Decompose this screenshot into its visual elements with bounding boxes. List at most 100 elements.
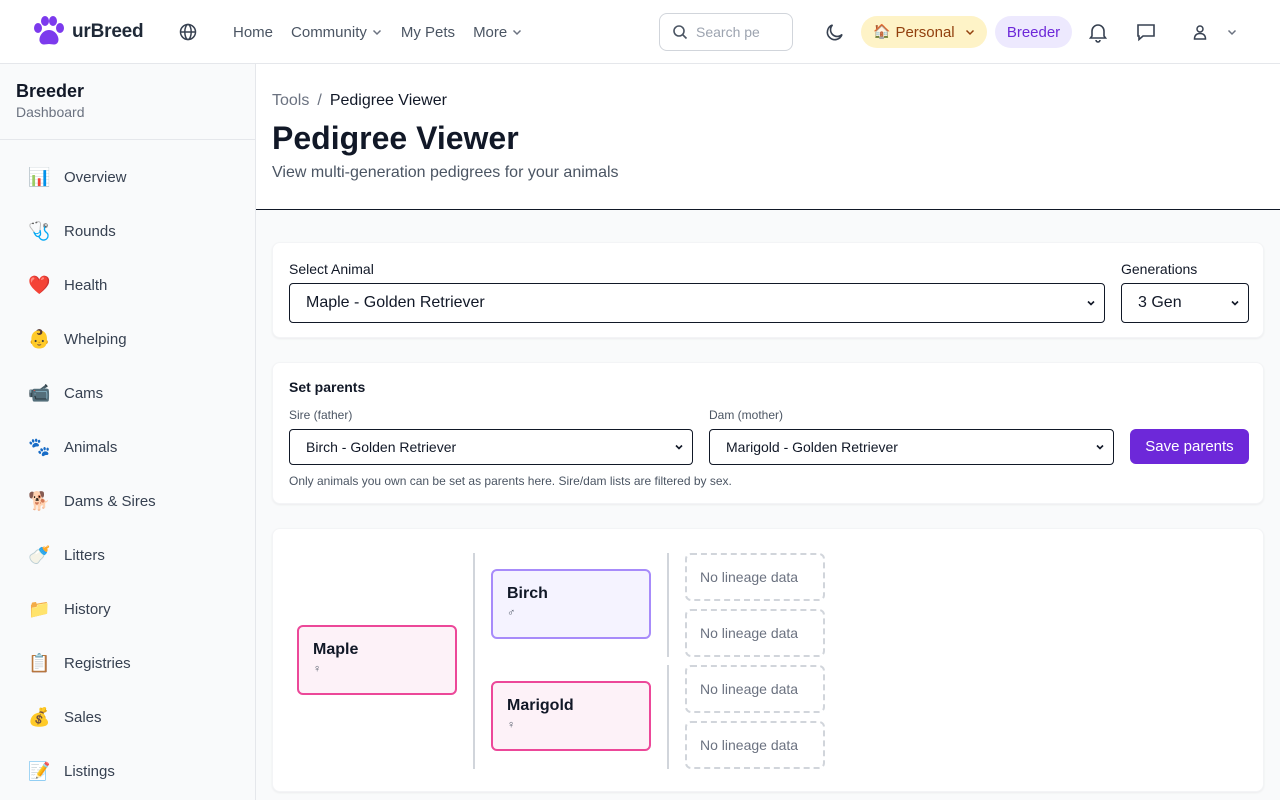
tree-connector-line [667, 665, 669, 769]
brand-name: urBreed [72, 21, 144, 42]
memo-emoji-icon: 📝 [28, 760, 51, 782]
sidebar-item-history[interactable]: 📁 History [0, 582, 255, 636]
paw-logo-icon [34, 16, 64, 45]
select-animal-card: Select Animal Maple - Golden Retriever G… [272, 242, 1264, 338]
set-parents-card: Set parents Sire (father) Birch - Golden… [272, 362, 1264, 504]
select-animal-label: Select Animal [289, 261, 374, 277]
sidebar-item-health[interactable]: ❤️ Health [0, 258, 255, 312]
animal-select-value: Maple - Golden Retriever [306, 294, 485, 311]
sidebar-header: Breeder Dashboard [0, 64, 255, 140]
sidebar-nav: 📊 Overview 🩺 Rounds ❤️ Health 👶 Whelping 📹 Ca… [0, 140, 255, 798]
sidebar-item-label: Animals [64, 438, 118, 456]
chevron-down-icon [1087, 300, 1095, 306]
personal-context-button[interactable]: 🏠 Personal [861, 16, 987, 48]
chevron-down-icon [1096, 444, 1104, 450]
dam-name: Marigold [507, 697, 574, 714]
pedigree-node-empty: No lineage data [685, 721, 825, 769]
nav-home[interactable]: Home [233, 24, 273, 41]
sidebar-item-sales[interactable]: 💰 Sales [0, 690, 255, 744]
pedigree-node-sire[interactable]: Birch ♂ [491, 569, 651, 639]
user-icon[interactable] [1192, 24, 1208, 40]
dam-select[interactable]: Marigold - Golden Retriever [709, 429, 1114, 465]
female-icon: ♀ [313, 663, 322, 675]
breadcrumb: Tools / Pedigree Viewer [272, 92, 447, 110]
personal-label: Personal [895, 23, 955, 41]
stethoscope-emoji-icon: 🩺 [28, 220, 51, 242]
dam-label: Dam (mother) [709, 408, 784, 422]
generations-select-value: 3 Gen [1138, 294, 1182, 311]
sidebar-item-animals[interactable]: 🐾 Animals [0, 420, 255, 474]
sire-label: Sire (father) [289, 408, 353, 422]
sidebar-item-label: Health [64, 276, 108, 294]
chevron-down-icon [372, 29, 381, 36]
sidebar-item-rounds[interactable]: 🩺 Rounds [0, 204, 255, 258]
baby-bottle-emoji-icon: 🍼 [28, 544, 51, 566]
sidebar: Breeder Dashboard 📊 Overview 🩺 Rounds ❤️ He… [0, 64, 256, 800]
page-title: Pedigree Viewer [272, 120, 519, 156]
dam-select-value: Marigold - Golden Retriever [726, 439, 898, 455]
pedigree-tree-card: Maple ♀ Birch ♂ Marigold ♀ No lineage da… [272, 528, 1264, 792]
search-input[interactable] [696, 24, 766, 40]
sidebar-item-listings[interactable]: 📝 Listings [0, 744, 255, 798]
breadcrumb-tools-link[interactable]: Tools [272, 92, 309, 110]
sidebar-item-label: Cams [64, 384, 104, 402]
nav-home-label: Home [233, 23, 274, 41]
clipboard-emoji-icon: 📋 [28, 652, 51, 674]
pedigree-node-subject[interactable]: Maple ♀ [297, 625, 457, 695]
set-parents-heading: Set parents [289, 379, 366, 395]
money-bag-emoji-icon: 💰 [28, 706, 51, 728]
search-box[interactable] [659, 13, 793, 51]
pedigree-node-dam[interactable]: Marigold ♀ [491, 681, 651, 751]
sidebar-item-cams[interactable]: 📹 Cams [0, 366, 255, 420]
nav-community[interactable]: Community [291, 24, 383, 41]
sidebar-item-label: Dams & Sires [64, 492, 156, 510]
chart-emoji-icon: 📊 [28, 166, 51, 188]
sidebar-item-litters[interactable]: 🍼 Litters [0, 528, 255, 582]
sidebar-item-label: Sales [64, 708, 102, 726]
chevron-down-icon[interactable] [1226, 26, 1238, 38]
animal-select[interactable]: Maple - Golden Retriever [289, 283, 1105, 323]
bell-icon[interactable] [1087, 21, 1109, 43]
top-navbar: urBreed Home Community My Pets More 🏠 Pe… [0, 0, 1280, 64]
breadcrumb-current: Pedigree Viewer [329, 92, 447, 109]
main-nav: Home Community My Pets More [233, 0, 523, 64]
moon-icon[interactable] [824, 21, 846, 43]
home-emoji-icon: 🏠 [873, 24, 891, 40]
sidebar-item-dams-sires[interactable]: 🐕 Dams & Sires [0, 474, 255, 528]
generations-select[interactable]: 3 Gen [1121, 283, 1249, 323]
sidebar-item-label: Rounds [64, 222, 116, 240]
sidebar-item-label: Listings [64, 762, 115, 780]
chat-icon[interactable] [1135, 21, 1157, 43]
paw-prints-emoji-icon: 🐾 [28, 436, 51, 458]
heart-emoji-icon: ❤️ [28, 274, 51, 296]
baby-emoji-icon: 👶 [28, 328, 51, 350]
sidebar-item-label: Whelping [64, 330, 127, 348]
sidebar-item-whelping[interactable]: 👶 Whelping [0, 312, 255, 366]
chevron-down-icon [965, 29, 974, 36]
nav-more[interactable]: More [473, 24, 523, 41]
globe-icon[interactable] [178, 22, 198, 42]
save-parents-button[interactable]: Save parents [1130, 429, 1249, 464]
nav-more-label: More [473, 23, 508, 41]
pedigree-node-empty: No lineage data [685, 553, 825, 601]
sire-select[interactable]: Birch - Golden Retriever [289, 429, 693, 465]
nav-my-pets[interactable]: My Pets [401, 24, 455, 41]
sire-name: Birch [507, 585, 548, 602]
folder-emoji-icon: 📁 [28, 598, 51, 620]
breeder-context-button[interactable]: Breeder [995, 16, 1072, 48]
sidebar-item-label: Registries [64, 654, 131, 672]
page-subtitle: View multi-generation pedigrees for your… [272, 164, 619, 181]
nav-my-pets-label: My Pets [400, 23, 456, 41]
brand-logo[interactable]: urBreed [32, 16, 144, 48]
nav-community-label: Community [291, 23, 367, 41]
sidebar-item-overview[interactable]: 📊 Overview [0, 150, 255, 204]
video-camera-emoji-icon: 📹 [28, 382, 51, 404]
sidebar-item-label: History [64, 600, 111, 618]
search-icon [673, 25, 688, 40]
female-icon: ♀ [507, 719, 516, 731]
breadcrumb-separator: / [317, 92, 322, 109]
tree-connector-line [473, 553, 475, 769]
chevron-down-icon [675, 444, 683, 450]
sidebar-item-label: Overview [64, 168, 127, 186]
sidebar-item-registries[interactable]: 📋 Registries [0, 636, 255, 690]
